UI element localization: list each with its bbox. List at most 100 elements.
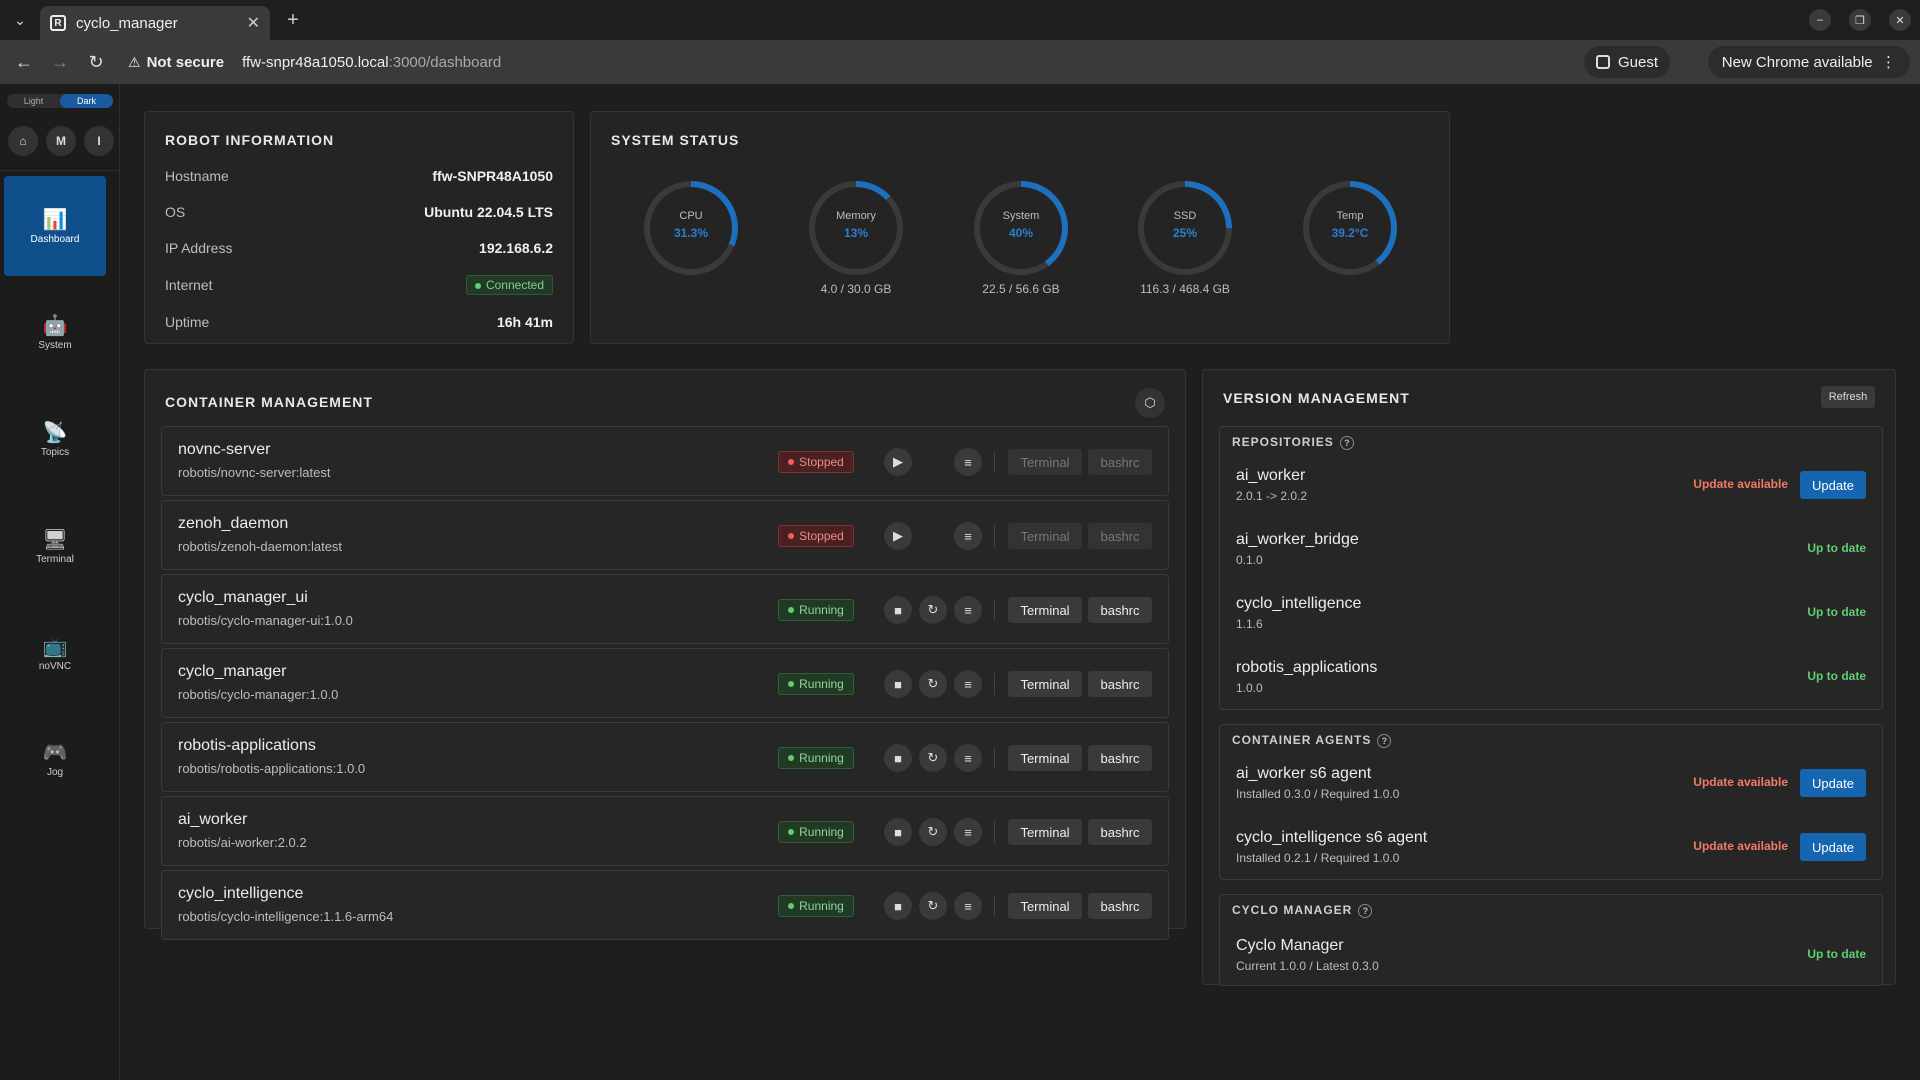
help-icon[interactable]: ? xyxy=(1339,436,1354,450)
back-icon[interactable]: ← xyxy=(6,44,42,80)
terminal-button[interactable]: Terminal xyxy=(1008,893,1082,919)
container-management-title: CONTAINER MANAGEMENT xyxy=(165,394,373,410)
home-icon[interactable]: ⌂ xyxy=(8,126,38,156)
version-item-sub: 1.1.6 xyxy=(1236,617,1263,631)
robot-info-row: OS Ubuntu 22.04.5 LTS xyxy=(165,202,553,222)
stop-icon[interactable]: ■ xyxy=(884,596,912,624)
logs-icon[interactable]: ≡ xyxy=(954,522,982,550)
bashrc-button[interactable]: bashrc xyxy=(1088,819,1152,845)
restart-icon[interactable]: ↻ xyxy=(919,818,947,846)
version-item: cyclo_intelligence s6 agent Installed 0.2… xyxy=(1236,829,1866,873)
window-close-icon[interactable]: ✕ xyxy=(1889,9,1911,31)
restart-icon[interactable]: ↻ xyxy=(919,596,947,624)
version-item-name: ai_worker xyxy=(1236,467,1306,484)
stop-icon[interactable]: ■ xyxy=(884,744,912,772)
sidebar-item-system[interactable]: 🤖 System xyxy=(4,282,106,382)
status-dot xyxy=(788,755,795,761)
sidebar-circle-i[interactable]: I xyxy=(84,126,114,156)
security-label: Not secure xyxy=(146,53,225,71)
update-button[interactable]: Update xyxy=(1800,471,1866,499)
stop-icon[interactable]: ■ xyxy=(884,670,912,698)
chrome-update-button[interactable]: New Chrome available ⋮ xyxy=(1707,46,1910,78)
container-image: robotis/novnc-server:latest xyxy=(178,465,331,480)
sidebar-item-dashboard[interactable]: 📊 Dashboard xyxy=(4,176,106,276)
gamepad-icon: 🎮 xyxy=(42,742,68,764)
bashrc-button[interactable]: bashrc xyxy=(1088,449,1152,475)
security-indicator[interactable]: ⚠ Not secure xyxy=(128,54,224,71)
restart-icon[interactable]: ↻ xyxy=(919,892,947,920)
omnibox[interactable]: ⚠ Not secure ffw-snpr48a1050.local:3000/d… xyxy=(128,45,501,79)
forward-icon[interactable]: → xyxy=(42,44,78,80)
terminal-button[interactable]: Terminal xyxy=(1008,449,1082,475)
logs-icon[interactable]: ≡ xyxy=(954,818,982,846)
logs-icon[interactable]: ≡ xyxy=(954,744,982,772)
internet-status-label: Connected xyxy=(485,278,544,292)
restart-icon[interactable]: ↻ xyxy=(919,670,947,698)
container-name: cyclo_manager_ui xyxy=(178,589,308,606)
new-tab-icon[interactable]: + xyxy=(276,3,310,37)
sidebar-divider xyxy=(0,170,120,171)
bashrc-button[interactable]: bashrc xyxy=(1088,893,1152,919)
robot-info-label: Uptime xyxy=(165,314,210,330)
refresh-button[interactable]: Refresh xyxy=(1821,386,1875,408)
theme-toggle[interactable]: Light Dark xyxy=(7,94,113,108)
container-name: ai_worker xyxy=(178,811,248,828)
bashrc-button[interactable]: bashrc xyxy=(1088,745,1152,771)
start-icon[interactable]: ▶ xyxy=(884,522,912,550)
gauge-value: 39.2°C xyxy=(1331,226,1369,240)
restore-icon[interactable]: ❐ xyxy=(1849,9,1871,31)
sidebar-item-novnc[interactable]: 📺 noVNC xyxy=(4,603,106,703)
bashrc-button[interactable]: bashrc xyxy=(1088,671,1152,697)
stop-icon[interactable]: ■ xyxy=(884,818,912,846)
terminal-button[interactable]: Terminal xyxy=(1008,597,1082,623)
minimize-icon[interactable]: – xyxy=(1809,9,1831,31)
terminal-button[interactable]: Terminal xyxy=(1008,819,1082,845)
kebab-menu-icon[interactable]: ⋮ xyxy=(1881,53,1896,71)
tab-close-icon[interactable]: ✕ xyxy=(247,13,260,33)
theme-light-option[interactable]: Light xyxy=(7,94,60,108)
bashrc-button[interactable]: bashrc xyxy=(1088,523,1152,549)
gauge-usage: 116.3 / 468.4 GB xyxy=(1140,282,1230,296)
status-label: Running xyxy=(799,825,844,839)
sidebar-circle-m[interactable]: M xyxy=(46,126,76,156)
version-item: cyclo_intelligence 1.1.6 Up to date xyxy=(1236,595,1866,639)
browser-tab[interactable]: R cyclo_manager ✕ xyxy=(40,6,270,40)
app: Light Dark ⌂ M I 📊 Dashboard 🤖 System 📡 … xyxy=(0,84,1920,1080)
version-item-name: Cyclo Manager xyxy=(1236,937,1344,954)
logs-icon[interactable]: ≡ xyxy=(954,670,982,698)
terminal-button[interactable]: Terminal xyxy=(1008,745,1082,771)
help-icon[interactable]: ? xyxy=(1377,734,1392,748)
container-image: robotis/ai-worker:2.0.2 xyxy=(178,835,307,850)
terminal-button[interactable]: Terminal xyxy=(1008,523,1082,549)
restart-icon[interactable]: ↻ xyxy=(919,744,947,772)
cube-icon[interactable]: ⬡ xyxy=(1135,388,1165,418)
sidebar-item-topics[interactable]: 📡 Topics xyxy=(4,389,106,489)
sidebar-item-label: System xyxy=(38,340,72,351)
help-icon[interactable]: ? xyxy=(1358,904,1373,918)
cyclo-manager-section: CYCLO MANAGER? Cyclo Manager Current 1.0.… xyxy=(1219,894,1883,986)
version-item-name: cyclo_intelligence s6 agent xyxy=(1236,829,1428,846)
sidebar-item-jog[interactable]: 🎮 Jog xyxy=(4,709,106,809)
update-button[interactable]: Update xyxy=(1800,833,1866,861)
tab-search-icon[interactable]: ⌄ xyxy=(0,0,40,40)
version-item: ai_worker s6 agent Installed 0.3.0 / Requ… xyxy=(1236,765,1866,809)
stop-icon[interactable]: ■ xyxy=(884,892,912,920)
logs-icon[interactable]: ≡ xyxy=(954,596,982,624)
logs-icon[interactable]: ≡ xyxy=(954,892,982,920)
terminal-button[interactable]: Terminal xyxy=(1008,671,1082,697)
theme-dark-option[interactable]: Dark xyxy=(60,94,113,108)
update-button[interactable]: Update xyxy=(1800,769,1866,797)
sidebar-item-terminal[interactable]: 🖥 Terminal xyxy=(4,496,106,596)
reload-icon[interactable]: ↻ xyxy=(78,44,114,80)
logs-icon[interactable]: ≡ xyxy=(954,448,982,476)
bashrc-button[interactable]: bashrc xyxy=(1088,597,1152,623)
robot-info-row: Hostname ffw-SNPR48A1050 xyxy=(165,166,553,186)
version-item: Cyclo Manager Current 1.0.0 / Latest 0.3.… xyxy=(1236,937,1866,981)
robot-info-label: Internet xyxy=(165,277,213,293)
sidebar-item-label: noVNC xyxy=(38,661,72,672)
robot-info-row: Uptime 16h 41m xyxy=(165,312,553,332)
start-icon[interactable]: ▶ xyxy=(884,448,912,476)
status-dot xyxy=(788,607,795,613)
version-item-sub: Installed 0.2.1 / Required 1.0.0 xyxy=(1236,851,1400,865)
profile-button[interactable]: Guest xyxy=(1583,46,1670,78)
